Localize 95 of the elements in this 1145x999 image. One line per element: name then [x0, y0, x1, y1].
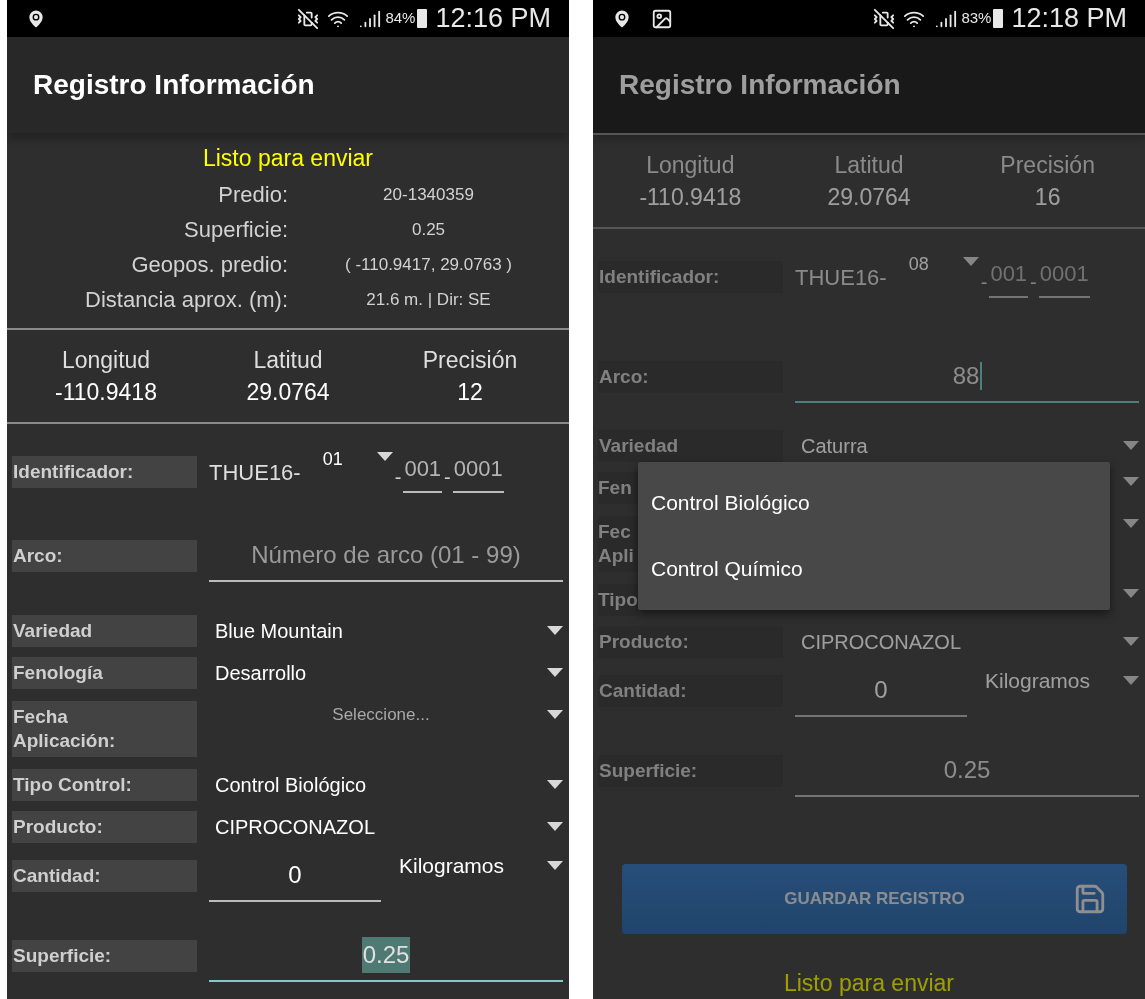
gps-label: Longitud	[61, 346, 151, 375]
identifier-prefix: THUE16-	[795, 263, 887, 292]
gps-label: Latitud	[253, 346, 323, 375]
field-label: Variedad	[598, 430, 783, 462]
image-icon	[651, 7, 673, 30]
field-label: Superficie:	[12, 940, 197, 972]
gps-label: Latitud	[834, 151, 904, 180]
vibrate-off-icon	[873, 7, 896, 30]
gps-label: Longitud	[646, 151, 735, 180]
caret-icon	[962, 256, 979, 267]
text-field[interactable]: 0.25	[795, 745, 1139, 797]
field-label: Fen	[598, 472, 638, 504]
caret-icon	[547, 822, 563, 832]
screen-title: Registro Información	[619, 68, 901, 102]
vibrate-off-icon	[297, 7, 320, 30]
info-label: Superficie:	[183, 216, 288, 244]
caret-icon	[1123, 477, 1139, 487]
info-label: Geopos. predio:	[130, 251, 288, 279]
info-value: 0.25	[410, 219, 447, 241]
text-field[interactable]: 0.25	[209, 930, 563, 982]
caret-icon	[1123, 441, 1139, 451]
field-label: Fec Apli	[598, 516, 638, 572]
field-label: Identificador:	[598, 261, 783, 293]
identifier-spinner[interactable]: 01	[322, 445, 393, 473]
quantity-field[interactable]: 0	[795, 665, 967, 717]
caret-icon	[547, 709, 563, 720]
menu-option[interactable]: Control Químico	[638, 536, 1110, 602]
dropdown[interactable]: Caturra	[801, 431, 1139, 461]
caret-icon	[547, 860, 563, 871]
gps-label: Precisión	[422, 346, 518, 375]
location-pin-icon	[611, 7, 633, 30]
dropdown[interactable]: CIPROCONAZOL	[215, 812, 563, 842]
save-icon	[1073, 882, 1107, 916]
quantity-field[interactable]: 0	[209, 850, 381, 902]
caret-icon	[1123, 637, 1139, 647]
clock-time: 12:18 PM	[1011, 2, 1127, 36]
field-label: Arco:	[12, 540, 197, 572]
caret-icon	[547, 668, 563, 678]
gps-value: 16	[1034, 183, 1061, 212]
gps-value: 12	[457, 378, 483, 407]
caret-icon	[547, 780, 563, 790]
separator: -	[980, 269, 988, 295]
caret-icon	[376, 451, 393, 462]
identifier-field[interactable]: 0001	[452, 451, 504, 493]
field-label: Cantidad:	[12, 860, 197, 892]
location-pin-icon	[25, 7, 47, 30]
unit-dropdown[interactable]: Kilogramos	[399, 850, 563, 882]
info-label: Predio:	[217, 181, 288, 209]
field-label: Producto:	[598, 626, 783, 658]
gps-value: 29.0764	[827, 183, 911, 212]
battery-icon	[993, 9, 1004, 28]
dropdown[interactable]: Desarrollo	[215, 658, 563, 688]
field-label: Arco:	[598, 361, 783, 393]
info-value: 21.6 m. | Dir: SE	[365, 289, 492, 311]
info-value: 20-1340359	[382, 184, 475, 206]
field-label: Variedad	[12, 615, 197, 647]
unit-dropdown[interactable]: Kilogramos	[985, 665, 1139, 697]
text-field[interactable]: Número de arco (01 - 99)	[209, 530, 563, 582]
field-label: Cantidad:	[598, 675, 783, 707]
battery-percent: 84%	[385, 8, 416, 29]
field-label: Tipo	[598, 584, 638, 616]
field-label: Identificador:	[12, 456, 197, 488]
separator: -	[444, 464, 451, 490]
date-dropdown[interactable]: Seleccione...	[215, 702, 563, 728]
dropdown[interactable]: Blue Mountain	[215, 616, 563, 646]
clock-time: 12:16 PM	[435, 2, 551, 36]
caret-icon	[1123, 675, 1139, 686]
battery-icon	[417, 9, 428, 28]
text-field[interactable]: 88	[795, 351, 1139, 403]
field-label: Superficie:	[598, 755, 783, 787]
identifier-spinner[interactable]: 08	[908, 250, 979, 278]
separator: -	[394, 464, 402, 490]
field-label: Tipo Control:	[12, 769, 197, 801]
field-label: Producto:	[12, 811, 197, 843]
status-message: Listo para enviar	[201, 144, 374, 173]
dropdown[interactable]: Control Biológico	[215, 770, 563, 800]
gps-value: -110.9418	[55, 378, 157, 407]
info-value: ( -110.9417, 29.0763 )	[344, 254, 513, 276]
dropdown[interactable]: CIPROCONAZOL	[801, 627, 1139, 657]
caret-icon	[547, 626, 563, 636]
caret-icon	[1123, 589, 1139, 599]
caret-icon	[1123, 519, 1139, 529]
screen-title: Registro Información	[33, 68, 315, 102]
identifier-prefix: THUE16-	[209, 458, 301, 487]
gps-label: Precisión	[1000, 151, 1095, 180]
gps-value: 29.0764	[246, 378, 330, 407]
status-message: Listo para enviar	[782, 969, 955, 998]
menu-option[interactable]: Control Biológico	[638, 470, 1110, 536]
field-label: Fenología	[12, 657, 197, 689]
field-label: Fecha Aplicación:	[12, 701, 197, 757]
gps-value: -110.9418	[639, 183, 742, 212]
identifier-field[interactable]: 001	[403, 451, 443, 493]
info-label: Distancia aprox. (m):	[84, 286, 288, 314]
separator: -	[1030, 269, 1037, 295]
battery-percent: 83%	[961, 8, 992, 29]
